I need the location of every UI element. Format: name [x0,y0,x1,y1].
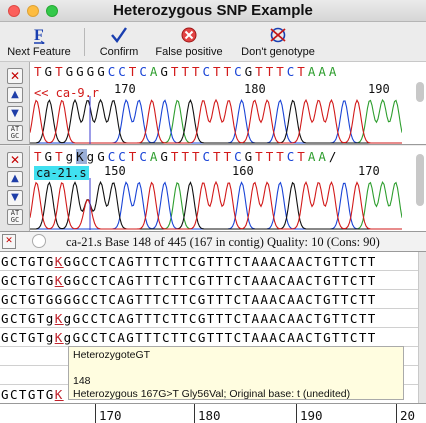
status-indicator-icon [32,234,46,248]
trace-panel-1: ✕ ▲ ▼ AT GC TGTGGGGCCTCAGTTTCTTCGTTTCTAAA… [0,62,426,145]
alignment-row[interactable]: GCTGTGGGGCCTCAGTTTCTTCGTTTCTAAACAACTGTTC… [0,290,418,309]
next-feature-button[interactable]: F Next Feature [3,24,75,58]
chevron-down-icon[interactable]: ▼ [7,190,23,206]
checkmark-icon [93,24,145,46]
position-ruler: 170 180 190 20 [0,403,426,423]
chromatogram-trace[interactable] [30,96,402,144]
vertical-scrollbar[interactable] [418,252,426,423]
tick-label: 190 [368,82,390,96]
vertical-scrollbar[interactable] [416,82,424,102]
tick-label: 170 [114,82,136,96]
alignment-row[interactable]: GCTGTgKgGCCTCAGTTTCTTCGTTTCTAAACAACTGTTC… [0,309,418,328]
chromatogram-trace[interactable] [30,178,402,230]
trace-sequence: TGTGGGGCCTCAGTTTCTTCGTTTCTAAA [34,64,340,79]
dont-genotype-button[interactable]: Don't genotype [233,24,323,58]
tick-label: 160 [232,164,254,178]
trace-sequence: TGTgKgGCCTCAGTTTCTTCGTTTCTAA/ [34,149,340,164]
ruler-label: 20 [400,408,416,423]
alignment-row[interactable]: GCTGTgKgGCCTCAGTTTCTTCGTTTCTAAACAACTGTTC… [0,328,418,347]
confirm-button[interactable]: Confirm [93,24,145,58]
heterozygous-base[interactable]: K [55,330,64,345]
chevron-up-icon[interactable]: ▲ [7,171,23,187]
atgc-toggle-icon[interactable]: AT GC [7,125,23,141]
status-bar: ✕ ca-21.s Base 148 of 445 (167 in contig… [0,232,426,252]
alignment-row[interactable]: GCTGTGKGGCCTCAGTTTCTTCGTTTCTAAACAACTGTTC… [0,252,418,271]
window-title: Heterozygous SNP Example [113,2,313,19]
status-text: ca-21.s Base 148 of 445 (167 in contig) … [66,235,380,249]
heterozygous-base[interactable]: K [55,387,64,402]
chevron-down-icon[interactable]: ▼ [7,106,23,122]
vertical-scrollbar[interactable] [416,154,424,206]
toolbar-separator [84,28,85,56]
heterozygous-base[interactable]: K [76,149,87,164]
false-positive-icon [150,24,228,46]
heterozygous-base[interactable]: K [55,311,64,326]
chevron-up-icon[interactable]: ▲ [7,87,23,103]
ruler-label: 190 [300,408,323,423]
tick-label: 180 [244,82,266,96]
tick-label: 150 [104,164,126,178]
next-feature-icon: F [3,24,75,46]
dont-genotype-icon [233,24,323,46]
title-bar: Heterozygous SNP Example [0,0,426,22]
heterozygous-base[interactable]: K [55,254,64,269]
false-positive-button[interactable]: False positive [150,24,228,58]
app-window: Heterozygous SNP Example F Next Feature … [0,0,426,423]
toolbar: F Next Feature Confirm False positive Do… [0,22,426,62]
close-trace-button[interactable]: ✕ [7,68,23,84]
ruler-label: 170 [99,408,122,423]
alignment-row[interactable]: GCTGTGKGGCCTCAGTTTCTTCGTTTCTAAACAACTGTTC… [0,271,418,290]
tick-label: 170 [358,164,380,178]
ruler-label: 180 [198,408,221,423]
atgc-toggle-icon[interactable]: AT GC [7,209,23,225]
tag-icon[interactable]: ✕ [2,234,16,249]
trace-line-C [30,181,402,230]
close-trace-button[interactable]: ✕ [7,152,23,168]
heterozygous-base[interactable]: K [55,273,64,288]
trace-panel-2: ✕ ▲ ▼ AT GC TGTgKgGCCTCAGTTTCTTCGTTTCTAA/… [0,146,426,232]
tag-tooltip: HeterozygoteGT 148 Heterozygous 167G>T G… [68,346,404,400]
